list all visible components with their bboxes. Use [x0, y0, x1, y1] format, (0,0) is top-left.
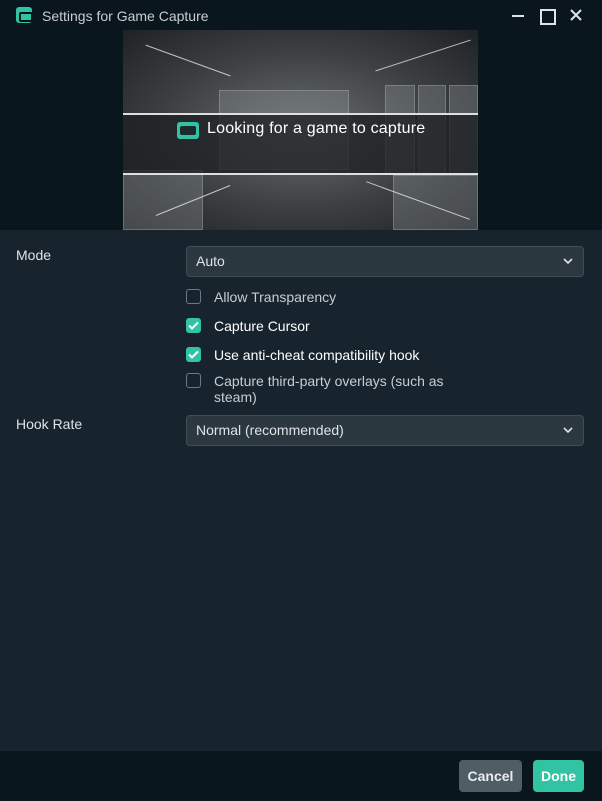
chevron-down-icon	[563, 427, 573, 434]
capture-preview: Looking for a game to capture	[123, 30, 478, 230]
game-capture-icon	[177, 122, 199, 139]
anti-cheat-hook-checkbox[interactable]: Use anti-cheat compatibility hook	[186, 347, 419, 363]
third-party-overlays-checkbox[interactable]: Capture third-party overlays (such as st…	[186, 373, 464, 405]
checkbox-label: Use anti-cheat compatibility hook	[214, 347, 420, 363]
preview-status-text: Looking for a game to capture	[207, 120, 426, 137]
hook-rate-select-value: Normal (recommended)	[196, 422, 344, 438]
checkbox-label: Capture third-party overlays (such as st…	[214, 373, 444, 405]
checkbox-box[interactable]	[186, 318, 201, 333]
checkbox-box[interactable]	[186, 289, 201, 304]
cancel-button[interactable]: Cancel	[459, 760, 522, 792]
checkmark-icon	[188, 350, 199, 359]
hook-rate-label: Hook Rate	[16, 416, 83, 432]
maximize-icon[interactable]	[535, 4, 557, 26]
checkbox-box[interactable]	[186, 373, 201, 388]
chevron-down-icon	[563, 258, 573, 265]
mode-select[interactable]: Auto	[186, 246, 584, 277]
checkbox-label: Allow Transparency	[214, 289, 337, 305]
checkmark-icon	[188, 321, 199, 330]
done-button[interactable]: Done	[533, 760, 584, 792]
mode-label: Mode	[16, 247, 52, 263]
close-icon[interactable]	[565, 4, 587, 26]
mode-select-value: Auto	[196, 253, 225, 269]
hook-rate-select[interactable]: Normal (recommended)	[186, 415, 584, 446]
window-title: Settings for Game Capture	[42, 8, 209, 24]
capture-cursor-checkbox[interactable]: Capture Cursor	[186, 318, 310, 334]
minimize-icon[interactable]	[507, 4, 529, 26]
allow-transparency-checkbox[interactable]: Allow Transparency	[186, 289, 336, 305]
title-bar: Settings for Game Capture	[0, 0, 602, 30]
checkbox-box[interactable]	[186, 347, 201, 362]
app-logo-icon	[16, 7, 33, 23]
checkbox-label: Capture Cursor	[214, 318, 310, 334]
